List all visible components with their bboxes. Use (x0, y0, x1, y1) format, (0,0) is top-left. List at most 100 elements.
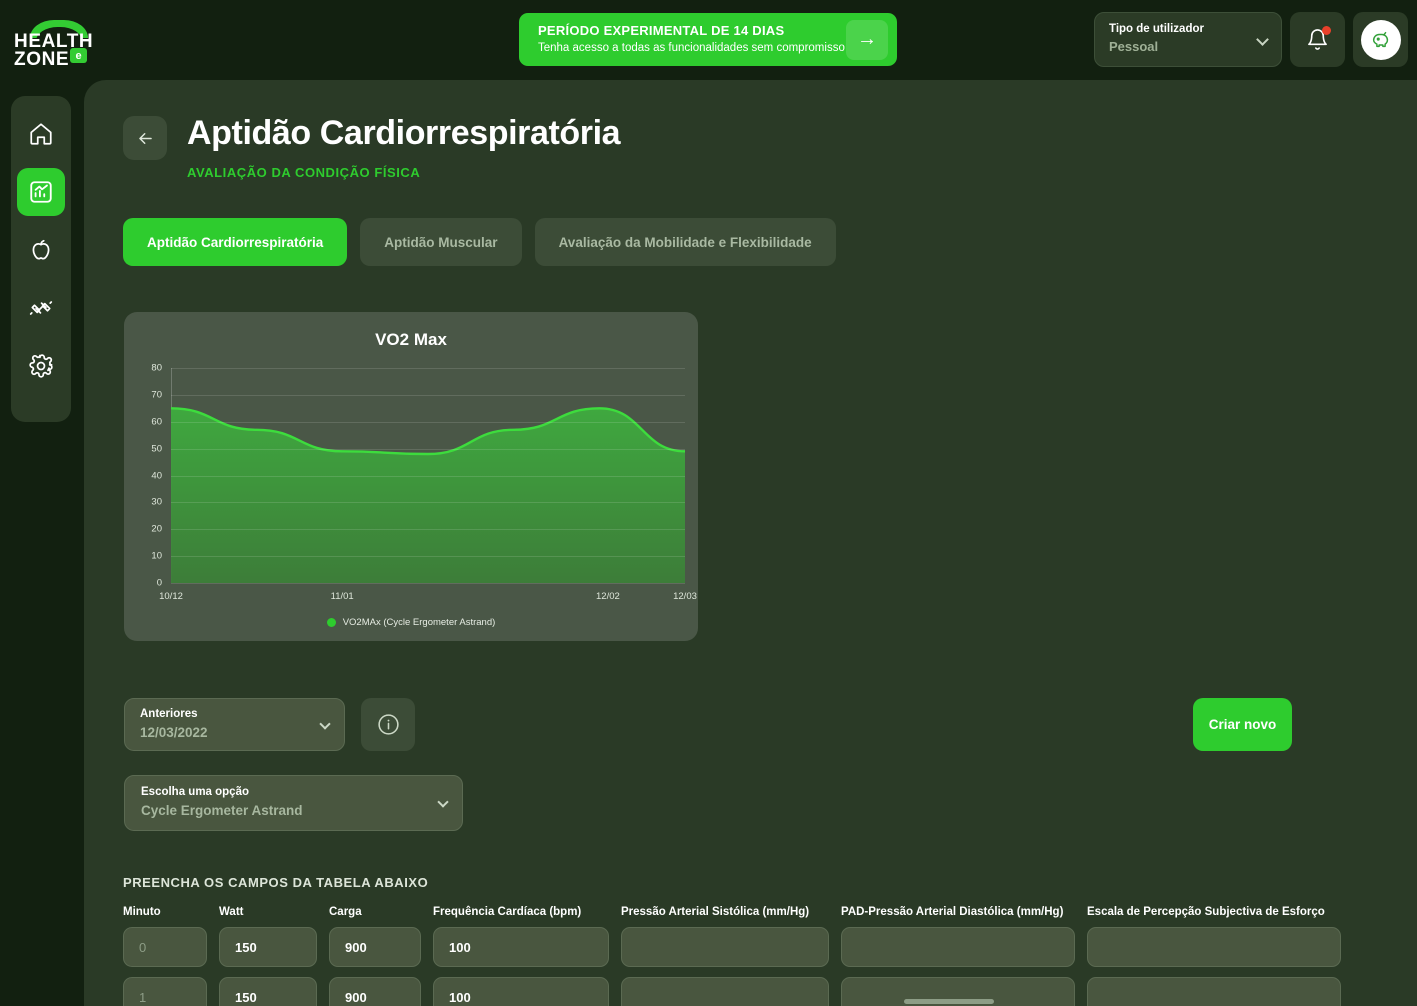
top-bar: HEALTH ZONE e PERÍODO EXPERIMENTAL DE 14… (0, 0, 1417, 80)
cell-pressao-sistolica[interactable] (621, 927, 829, 967)
cell-carga[interactable]: 900 (329, 977, 421, 1006)
column-header-watt: Watt (219, 906, 244, 918)
chart-y-tick-label: 50 (151, 443, 162, 455)
apple-icon (32, 239, 50, 260)
notifications-button[interactable] (1290, 12, 1345, 67)
chart-y-tick-label: 70 (151, 389, 162, 401)
cell-escala-esforco[interactable] (1087, 927, 1341, 967)
chart-gridline: 80 (151, 363, 685, 374)
sidebar (11, 96, 71, 422)
arrow-left-icon (138, 132, 152, 144)
table-row: 1 150 900 100 (123, 977, 1373, 1006)
chart-gridline: 20 (151, 524, 685, 535)
sidebar-item-analytics[interactable] (17, 168, 65, 216)
opcao-label: Escolha uma opção (141, 786, 250, 798)
info-icon (377, 714, 399, 735)
page-subtitle: AVALIAÇÃO DA CONDIÇÃO FÍSICA (187, 165, 421, 180)
legend-label: VO2MAx (Cycle Ergometer Astrand) (342, 617, 496, 628)
chart-gridline: 40 (151, 470, 685, 481)
chart-icon (30, 181, 52, 203)
logo-line-2: ZONE (14, 49, 70, 70)
cell-watt[interactable]: 150 (219, 977, 317, 1006)
chart-gridline: 70 (151, 389, 685, 400)
chart-y-tick-label: 30 (151, 496, 162, 508)
cell-pressao-diastolica[interactable] (841, 927, 1075, 967)
anteriores-value: 12/03/2022 (140, 724, 208, 740)
info-button[interactable] (361, 698, 415, 751)
anteriores-label: Anteriores (140, 708, 198, 720)
chart-plot-area: 80 70 60 50 40 30 20 10 0 10/12 11/01 12/02 12/03 (151, 363, 696, 603)
cell-minuto[interactable]: 0 (123, 927, 207, 967)
arrow-right-icon[interactable]: → (846, 19, 888, 60)
user-type-dropdown[interactable]: Tipo de utilizador Pessoal (1094, 12, 1282, 67)
trial-banner-text: PERÍODO EXPERIMENTAL DE 14 DIAS Tenha ac… (538, 23, 846, 56)
opcao-value: Cycle Ergometer Astrand (141, 802, 303, 818)
tab-bar: Aptidão Cardiorrespiratória Aptidão Musc… (123, 218, 836, 266)
column-header-pressao-sistolica: Pressão Arterial Sistólica (mm/Hg) (621, 906, 810, 918)
column-header-frequencia-cardiaca: Frequência Cardíaca (bpm) (433, 906, 582, 918)
app-logo[interactable]: HEALTH ZONE e (14, 20, 184, 69)
back-button[interactable] (123, 116, 167, 160)
column-header-minuto: Minuto (123, 906, 161, 918)
sidebar-item-home[interactable] (17, 110, 65, 158)
chart-x-tick-label: 10/12 (159, 591, 183, 602)
logo-badge: e (70, 48, 87, 63)
opcao-dropdown[interactable]: Escolha uma opção Cycle Ergometer Astran… (124, 775, 463, 831)
legend-color-dot (326, 618, 336, 627)
cell-carga[interactable]: 900 (329, 927, 421, 967)
vo2max-chart-card: VO2 Max 80 70 60 50 40 30 20 10 0 10/12 11/01 12/02… (124, 312, 698, 641)
tab-aptidao-cardiorrespiratoria[interactable]: Aptidão Cardiorrespiratória (123, 218, 348, 266)
trial-title: PERÍODO EXPERIMENTAL DE 14 DIAS (538, 23, 785, 39)
cell-watt[interactable]: 150 (219, 927, 317, 967)
cell-escala-esforco[interactable] (1087, 977, 1341, 1006)
notification-badge-dot (1322, 26, 1331, 35)
horizontal-scrollbar[interactable] (904, 999, 994, 1004)
chart-x-tick-label: 12/03 (673, 591, 697, 602)
chart-gridline: 0 (157, 578, 685, 589)
chart-title: VO2 Max (375, 330, 447, 349)
user-type-value: Pessoal (1109, 38, 1159, 54)
cell-pressao-sistolica[interactable] (621, 977, 829, 1006)
sidebar-item-training[interactable] (17, 284, 65, 332)
cell-frequencia-cardiaca[interactable]: 100 (433, 977, 609, 1006)
tab-mobilidade-flexibilidade[interactable]: Avaliação da Mobilidade e Flexibilidade (534, 218, 836, 266)
trial-subtitle: Tenha acesso a todas as funcionalidades … (538, 42, 845, 55)
avatar (1360, 19, 1401, 60)
column-header-escala-esforco: Escala de Percepção Subjectiva de Esforç… (1087, 906, 1325, 918)
chart-y-tick-label: 80 (151, 362, 162, 374)
piggy-icon (1372, 31, 1388, 47)
page-title: Aptidão Cardiorrespiratória (187, 114, 621, 152)
chart-x-tick-label: 12/02 (596, 591, 620, 602)
chart-gridline: 60 (151, 416, 685, 427)
home-icon (30, 123, 52, 145)
data-table: Minuto Watt Carga Frequência Cardíaca (b… (123, 906, 1373, 1006)
chart-y-tick-label: 60 (151, 416, 162, 428)
chart-y-tick-label: 40 (151, 470, 162, 481)
table-row: 0 150 900 100 (123, 927, 1373, 967)
sidebar-item-nutrition[interactable] (17, 226, 65, 274)
gear-icon (29, 354, 53, 378)
chart-legend: VO2MAx (Cycle Ergometer Astrand) (124, 617, 698, 628)
avatar-button[interactable] (1353, 12, 1408, 67)
trial-banner[interactable]: PERÍODO EXPERIMENTAL DE 14 DIAS Tenha ac… (519, 13, 897, 66)
table-heading: PREENCHA OS CAMPOS DA TABELA ABAIXO (123, 875, 429, 890)
chart-gridline: 30 (151, 497, 685, 508)
tab-aptidao-muscular[interactable]: Aptidão Muscular (360, 218, 522, 266)
chart-gridline: 50 (151, 443, 685, 454)
user-type-label: Tipo de utilizador (1109, 23, 1204, 35)
chart-y-tick-label: 20 (151, 523, 162, 535)
sidebar-item-settings[interactable] (17, 342, 65, 390)
chart-y-tick-label: 10 (151, 550, 162, 562)
chart-gridline: 10 (151, 551, 685, 562)
column-header-pressao-diastolica: PAD-Pressão Arterial Diastólica (mm/Hg) (841, 906, 1064, 918)
dumbbell-icon (29, 301, 53, 315)
table-header-row: Minuto Watt Carga Frequência Cardíaca (b… (123, 906, 1373, 918)
chart-x-tick-label: 11/01 (330, 591, 354, 602)
cell-frequencia-cardiaca[interactable]: 100 (433, 927, 609, 967)
main-content: Aptidão Cardiorrespiratória AVALIAÇÃO DA… (84, 80, 1417, 1006)
create-new-button[interactable]: Criar novo (1193, 698, 1292, 751)
anteriores-dropdown[interactable]: Anteriores 12/03/2022 (124, 698, 345, 751)
cell-minuto[interactable]: 1 (123, 977, 207, 1006)
chart-y-tick-label: 0 (156, 577, 162, 589)
column-header-carga: Carga (329, 906, 362, 918)
